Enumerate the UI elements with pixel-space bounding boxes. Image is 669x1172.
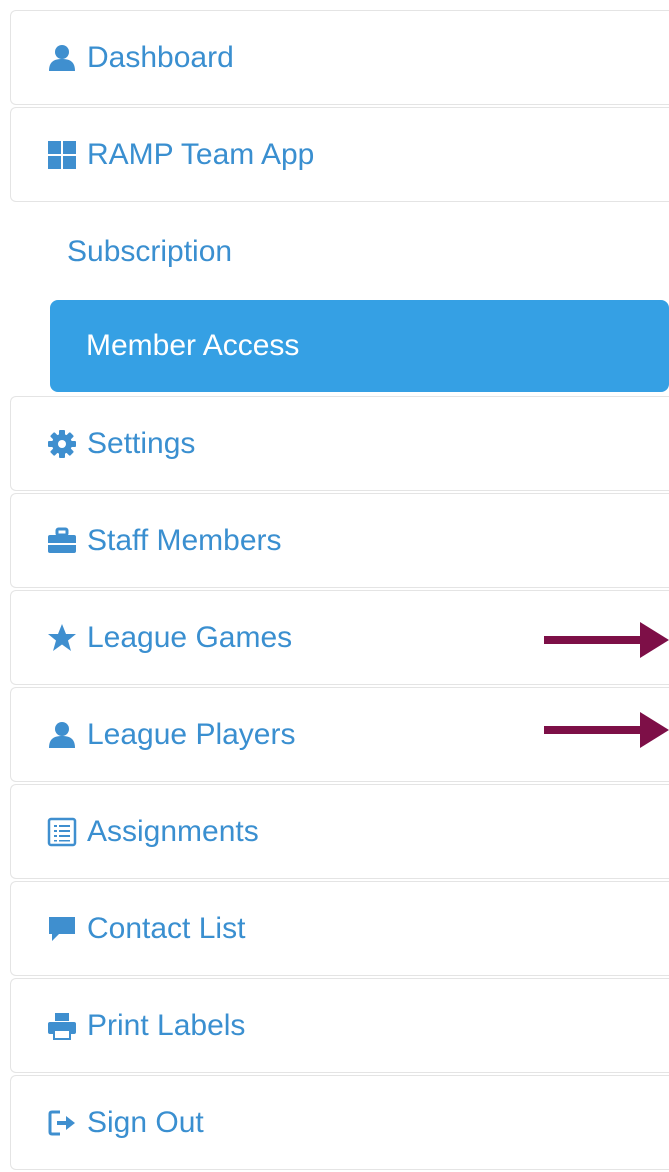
list-icon	[47, 817, 77, 847]
menu-item-label: League Games	[87, 620, 293, 654]
menu-item-label: Contact List	[87, 911, 246, 945]
menu-item-label: Settings	[87, 426, 196, 460]
star-icon	[47, 623, 77, 653]
menu-item-contact-list[interactable]: Contact List	[10, 881, 669, 976]
arrow-icon	[544, 710, 669, 750]
printer-icon	[47, 1011, 77, 1041]
menu-item-settings[interactable]: Settings	[10, 396, 669, 491]
sidebar-menu: Dashboard RAMP Team App Subscription Mem…	[10, 10, 669, 1172]
menu-item-label: RAMP Team App	[87, 137, 315, 171]
menu-item-label: League Players	[87, 717, 296, 751]
chat-icon	[47, 914, 77, 944]
gear-icon	[47, 429, 77, 459]
menu-item-dashboard[interactable]: Dashboard	[10, 10, 669, 105]
user-icon	[47, 720, 77, 750]
menu-item-label: Staff Members	[87, 523, 282, 557]
arrow-icon	[544, 620, 669, 660]
submenu-item-member-access[interactable]: Member Access	[50, 300, 669, 392]
menu-item-ramp-team-app[interactable]: RAMP Team App	[10, 107, 669, 202]
menu-item-label: Print Labels	[87, 1008, 246, 1042]
menu-item-label: Assignments	[87, 814, 259, 848]
menu-item-label: Sign Out	[87, 1105, 204, 1139]
submenu-item-label: Member Access	[86, 329, 300, 362]
menu-item-label: Dashboard	[87, 40, 234, 74]
submenu-item-label: Subscription	[67, 235, 233, 268]
user-icon	[47, 43, 77, 73]
briefcase-icon	[47, 526, 77, 556]
menu-item-assignments[interactable]: Assignments	[10, 784, 669, 879]
menu-item-sign-out[interactable]: Sign Out	[10, 1075, 669, 1170]
menu-item-print-labels[interactable]: Print Labels	[10, 978, 669, 1073]
grid-icon	[47, 140, 77, 170]
submenu-item-subscription[interactable]: Subscription	[10, 204, 669, 300]
sign-out-icon	[47, 1108, 77, 1138]
menu-item-staff-members[interactable]: Staff Members	[10, 493, 669, 588]
